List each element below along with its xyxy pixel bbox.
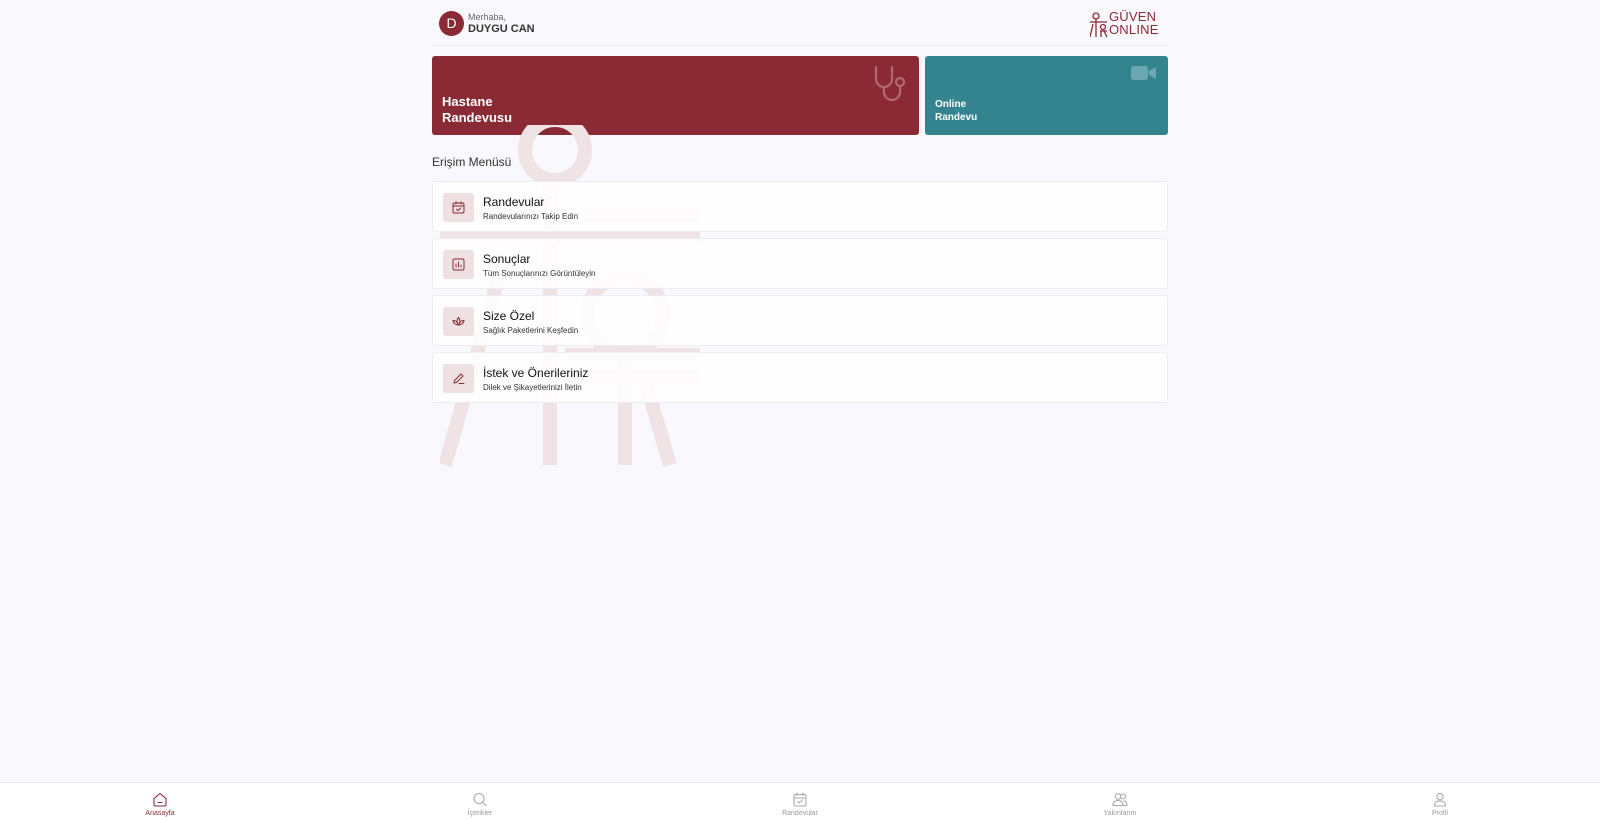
bottom-navigation: Anasayfa İçerikler Randevular Yakınlarım <box>0 782 1600 820</box>
nav-label: Profil <box>1432 810 1448 817</box>
guven-online-logo[interactable]: GÜVEN ONLINE <box>1090 10 1162 38</box>
nav-label: Randevular <box>782 810 818 817</box>
logo-text: GÜVEN ONLINE <box>1109 10 1159 36</box>
menu-item-subtitle: Tüm Sonuçlarınızı Görüntüleyin <box>483 269 596 278</box>
avatar[interactable]: D <box>439 11 464 36</box>
menu-item-subtitle: Dilek ve Şikayetlerinizi İletin <box>483 383 582 392</box>
menu-icon-box <box>443 250 474 279</box>
calendar-icon <box>793 792 807 807</box>
access-menu-list: Randevular Randevularınızı Takip Edin So… <box>432 181 1168 409</box>
calendar-check-icon <box>452 201 465 214</box>
search-icon <box>473 792 487 807</box>
menu-item-subtitle: Randevularınızı Takip Edin <box>483 212 579 221</box>
online-card-title-line2: Randevu <box>935 112 978 123</box>
user-name: DUYGU CAN <box>468 23 535 35</box>
online-card-title-line1: Online <box>935 99 967 110</box>
video-camera-icon <box>1131 66 1156 80</box>
app-header: D Merhaba, DUYGU CAN GÜVEN ONLINE <box>432 8 1168 46</box>
menu-icon-box <box>443 193 474 222</box>
nav-item-appointments[interactable]: Randevular <box>740 783 860 820</box>
stethoscope-icon <box>874 65 906 102</box>
users-icon <box>1112 793 1128 807</box>
greeting-text: Merhaba, <box>468 12 507 22</box>
hospital-card-title-line2: Randevusu <box>442 110 513 125</box>
user-icon <box>1433 792 1447 807</box>
menu-item-title: Sonuçlar <box>483 252 531 266</box>
nav-item-relatives[interactable]: Yakınlarım <box>1060 783 1180 820</box>
nav-item-home[interactable]: Anasayfa <box>100 783 220 820</box>
menu-item-results[interactable]: Sonuçlar Tüm Sonuçlarınızı Görüntüleyin <box>432 238 1168 289</box>
lotus-icon <box>452 316 465 326</box>
menu-item-title: Size Özel <box>483 309 535 323</box>
menu-item-requests-suggestions[interactable]: İstek ve Önerileriniz Dilek ve Şikayetle… <box>432 352 1168 403</box>
nav-item-contents[interactable]: İçerikler <box>420 783 540 820</box>
menu-item-special-for-you[interactable]: Size Özel Sağlık Paketlerini Keşfedin <box>432 295 1168 346</box>
nav-item-profile[interactable]: Profil <box>1380 783 1500 820</box>
chart-icon <box>452 258 465 271</box>
menu-item-appointments[interactable]: Randevular Randevularınızı Takip Edin <box>432 181 1168 232</box>
nav-label: Anasayfa <box>145 810 175 817</box>
hospital-appointment-card[interactable]: Hastane Randevusu <box>432 56 919 135</box>
menu-item-title: Randevular <box>483 195 545 209</box>
menu-item-title: İstek ve Önerileriniz <box>483 366 589 380</box>
online-appointment-card[interactable]: Online Randevu <box>925 56 1168 135</box>
logo-mark-icon <box>1090 12 1108 38</box>
nav-label: İçerikler <box>467 810 493 817</box>
logo-line-2: ONLINE <box>1109 22 1159 37</box>
pencil-icon <box>453 373 465 384</box>
access-menu-title: Erişim Menüsü <box>432 155 512 169</box>
menu-icon-box <box>443 364 474 393</box>
menu-item-subtitle: Sağlık Paketlerini Keşfedin <box>483 326 579 335</box>
menu-icon-box <box>443 307 474 336</box>
hospital-card-title-line1: Hastane <box>442 94 493 109</box>
home-icon <box>153 792 167 807</box>
nav-label: Yakınlarım <box>1103 810 1137 817</box>
